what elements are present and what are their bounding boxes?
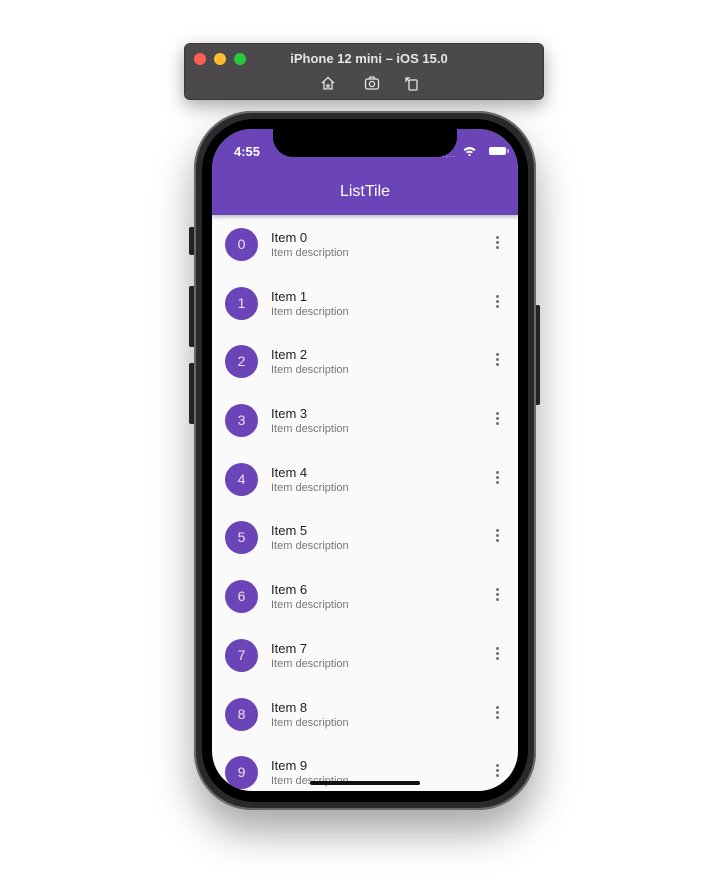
screenshot-icon[interactable] bbox=[363, 74, 381, 92]
tile-title: Item 2 bbox=[271, 347, 308, 363]
tile-title: Item 4 bbox=[271, 464, 308, 480]
list-tile[interactable]: 5 Item 5 Item description bbox=[212, 508, 518, 567]
more-vert-icon[interactable] bbox=[495, 705, 499, 720]
tile-avatar: 3 bbox=[225, 404, 258, 438]
tile-avatar: 8 bbox=[225, 697, 258, 731]
tile-title: Item 0 bbox=[271, 230, 308, 245]
tile-avatar: 4 bbox=[225, 462, 258, 496]
simulator-toolbar: iPhone 12 mini – iOS 15.0 bbox=[184, 43, 544, 100]
tile-subtitle: Item description bbox=[271, 599, 349, 612]
tile-subtitle: Item description bbox=[271, 305, 349, 318]
tile-title: Item 9 bbox=[271, 758, 308, 774]
more-vert-icon[interactable] bbox=[495, 470, 499, 485]
rotate-icon[interactable] bbox=[403, 74, 421, 92]
tile-subtitle: Item description bbox=[271, 657, 349, 670]
more-vert-icon[interactable] bbox=[495, 353, 499, 367]
tile-avatar: 6 bbox=[225, 580, 258, 614]
status-time: 4:55 bbox=[234, 144, 261, 159]
notch bbox=[273, 129, 457, 157]
tile-title: Item 8 bbox=[271, 699, 308, 715]
more-vert-icon[interactable] bbox=[495, 588, 499, 602]
tile-avatar: 5 bbox=[225, 521, 258, 555]
wifi-icon bbox=[463, 147, 476, 156]
more-vert-icon[interactable] bbox=[495, 529, 499, 543]
phone-screen: 4:55 .... ListTile 0 Item 0 Item descripti… bbox=[212, 129, 518, 791]
tile-title: Item 5 bbox=[271, 523, 308, 539]
more-vert-icon[interactable] bbox=[495, 764, 499, 778]
tile-subtitle: Item description bbox=[271, 423, 349, 436]
more-vert-icon[interactable] bbox=[495, 412, 499, 426]
simulator-title: iPhone 12 mini – iOS 15.0 bbox=[290, 51, 448, 66]
list-tile[interactable]: 4 Item 4 Item description bbox=[212, 450, 518, 509]
tile-subtitle: Item description bbox=[271, 247, 349, 259]
home-indicator[interactable] bbox=[310, 781, 420, 785]
tile-avatar: 1 bbox=[225, 286, 258, 320]
battery-icon bbox=[489, 147, 509, 155]
tile-avatar: 7 bbox=[225, 638, 258, 672]
tile-avatar: 9 bbox=[225, 756, 258, 790]
list-tile[interactable]: 8 Item 8 Item description bbox=[212, 685, 518, 744]
tile-subtitle: Item description bbox=[271, 481, 349, 494]
tile-subtitle: Item description bbox=[271, 540, 349, 553]
list-tile[interactable]: 2 Item 2 Item description bbox=[212, 332, 518, 391]
item-list: 0 Item 0 Item description 1 Item 1 Item descr… bbox=[212, 215, 518, 791]
tile-subtitle: Item description bbox=[271, 364, 349, 377]
tile-avatar: 0 bbox=[225, 228, 258, 261]
tile-title: Item 3 bbox=[271, 406, 308, 422]
tile-title: Item 7 bbox=[271, 640, 308, 656]
home-icon[interactable] bbox=[319, 74, 337, 92]
list-tile[interactable]: 3 Item 3 Item description bbox=[212, 391, 518, 450]
list-tile[interactable]: 0 Item 0 Item description bbox=[212, 215, 518, 274]
list-tile[interactable]: 6 Item 6 Item description bbox=[212, 567, 518, 626]
tile-avatar: 2 bbox=[225, 345, 258, 379]
tile-title: Item 6 bbox=[271, 582, 308, 598]
page-title: ListTile bbox=[339, 183, 391, 200]
more-vert-icon[interactable] bbox=[495, 294, 499, 309]
app-bar: 4:55 .... ListTile bbox=[212, 129, 518, 215]
signal-icon: .... bbox=[441, 149, 456, 159]
list-tile[interactable]: 7 Item 7 Item description bbox=[212, 626, 518, 685]
tile-title: Item 1 bbox=[271, 288, 308, 304]
list-tile[interactable]: 1 Item 1 Item description bbox=[212, 274, 518, 333]
more-vert-icon[interactable] bbox=[495, 236, 499, 250]
tile-subtitle: Item description bbox=[271, 716, 349, 729]
more-vert-icon[interactable] bbox=[495, 646, 499, 661]
